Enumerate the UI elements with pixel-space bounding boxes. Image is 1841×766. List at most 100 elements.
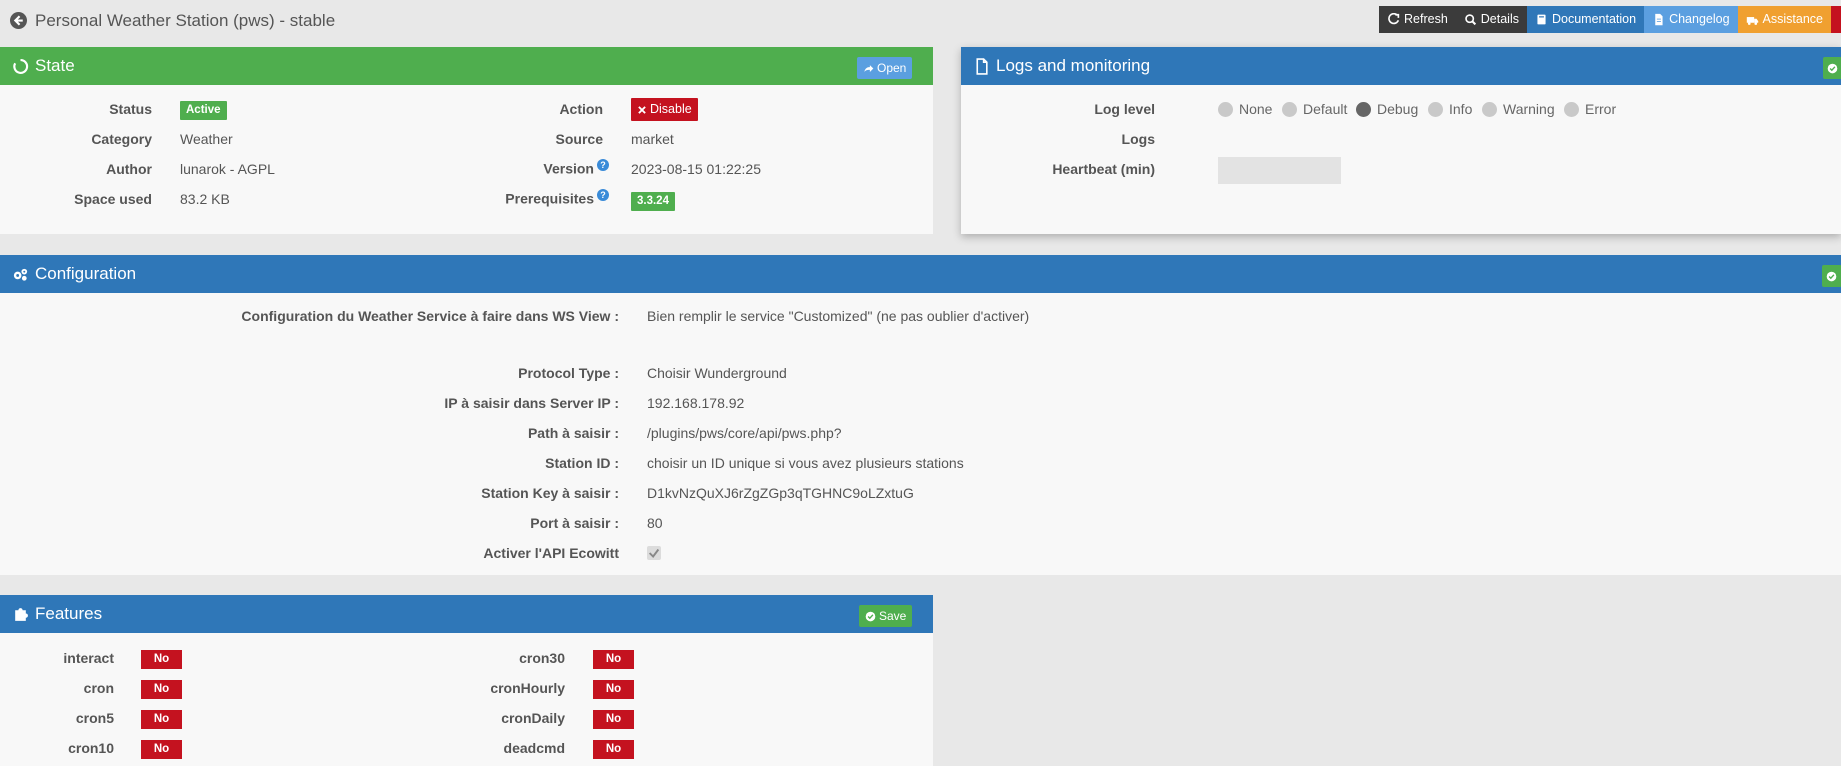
feature-label-cron5: cron5 — [75, 710, 114, 726]
feature-badge-cron10: No — [141, 740, 182, 759]
logs-panel-header: Logs and monitoring — [961, 47, 1841, 85]
status-label: Status — [109, 101, 152, 117]
feature-label-crondaily: cronDaily — [501, 710, 565, 726]
space-used-value: 83.2 KB — [180, 191, 230, 207]
features-panel-header: Features Save — [0, 595, 933, 633]
disable-label: Disable — [650, 102, 692, 116]
feature-label-deadcmd: deadcmd — [503, 740, 565, 756]
log-level-warning-label: Warning — [1503, 101, 1555, 117]
check-circle-icon — [865, 611, 876, 621]
author-label: Author — [106, 161, 152, 177]
close-icon — [638, 105, 646, 114]
feature-badge-deadcmd: No — [593, 740, 634, 759]
share-icon — [864, 64, 874, 72]
log-level-default[interactable]: Default — [1282, 101, 1347, 117]
category-value: Weather — [180, 131, 233, 147]
circle-notch-icon — [13, 58, 29, 74]
log-level-error[interactable]: Error — [1564, 101, 1616, 117]
file-icon — [1655, 13, 1663, 26]
feature-badge-crondaily: No — [593, 710, 634, 729]
log-level-none-label: None — [1239, 101, 1273, 117]
logs-save-button[interactable] — [1823, 57, 1841, 79]
changelog-label: Changelog — [1669, 12, 1730, 26]
version-label: Version — [543, 160, 594, 177]
config-label-server-ip: IP à saisir dans Server IP : — [444, 395, 619, 411]
refresh-label: Refresh — [1404, 12, 1448, 26]
feature-label-cron30: cron30 — [519, 650, 565, 666]
state-panel: State Open Status Active Category Weathe… — [0, 47, 933, 234]
version-value: 2023-08-15 01:22:25 — [631, 161, 761, 177]
log-level-label: Log level — [1094, 101, 1155, 117]
log-level-debug[interactable]: Debug — [1356, 101, 1418, 117]
heartbeat-input[interactable] — [1218, 157, 1341, 184]
feature-badge-cron: No — [141, 680, 182, 699]
feature-label-cron10: cron10 — [68, 740, 114, 756]
ecowitt-checkbox[interactable] — [647, 546, 661, 560]
back-arrow-icon[interactable] — [10, 12, 27, 29]
radio-icon — [1218, 101, 1233, 117]
configuration-panel: Configuration Configuration du Weather S… — [0, 255, 1841, 575]
help-icon[interactable]: ? — [597, 189, 609, 201]
feature-label-cron: cron — [83, 680, 114, 696]
config-value-path: /plugins/pws/core/api/pws.php? — [647, 425, 842, 441]
log-level-none[interactable]: None — [1218, 101, 1272, 117]
file-icon — [976, 57, 988, 75]
logs-panel: Logs and monitoring Log level None Defau… — [961, 47, 1841, 234]
log-level-error-label: Error — [1585, 101, 1617, 117]
puzzle-icon — [15, 607, 28, 621]
config-save-button[interactable] — [1822, 265, 1841, 287]
config-value-station-key: D1kvNzQuXJ6rZgZGp3qTGHNC9oLZxtuG — [647, 485, 914, 501]
changelog-button[interactable]: Changelog — [1644, 6, 1738, 33]
source-label: Source — [555, 131, 603, 147]
help-icon[interactable]: ? — [597, 159, 609, 171]
checkmark-icon — [648, 548, 660, 558]
remove-button[interactable] — [1831, 6, 1841, 33]
feature-label-cronhourly: cronHourly — [490, 680, 565, 696]
features-title: Features — [35, 604, 103, 623]
status-badge: Active — [180, 101, 227, 120]
page-header: Personal Weather Station (pws) - stable … — [0, 0, 1841, 40]
config-label-protocol: Protocol Type : — [518, 365, 619, 381]
feature-badge-interact: No — [141, 650, 182, 669]
category-label: Category — [91, 131, 152, 147]
config-value-station-id: choisir un ID unique si vous avez plusie… — [647, 455, 964, 471]
disable-button[interactable]: Disable — [631, 98, 698, 121]
log-level-info[interactable]: Info — [1428, 101, 1472, 117]
features-panel: Features Save interact No cron No cron5 … — [0, 595, 933, 766]
book-icon — [1537, 14, 1546, 25]
open-button[interactable]: Open — [857, 57, 913, 79]
features-save-label: Save — [879, 609, 907, 623]
top-toolbar: Refresh Details Documentation Changelog … — [1379, 6, 1841, 33]
refresh-icon — [1388, 13, 1400, 25]
details-button[interactable]: Details — [1455, 6, 1527, 33]
features-save-button[interactable]: Save — [859, 605, 913, 627]
state-title: State — [35, 56, 75, 75]
documentation-label: Documentation — [1552, 12, 1637, 26]
feature-label-interact: interact — [63, 650, 114, 666]
prerequisites-badge: 3.3.24 — [631, 192, 675, 211]
feature-badge-cron30: No — [593, 650, 634, 669]
refresh-button[interactable]: Refresh — [1379, 6, 1456, 33]
log-level-default-label: Default — [1303, 101, 1348, 117]
config-label-wsview: Configuration du Weather Service à faire… — [241, 308, 619, 324]
prerequisites-label: Prerequisites — [505, 190, 594, 207]
config-value-wsview: Bien remplir le service "Customized" (ne… — [647, 308, 1030, 324]
radio-icon — [1282, 101, 1297, 117]
log-level-warning[interactable]: Warning — [1482, 101, 1555, 117]
radio-icon — [1428, 101, 1443, 117]
cogs-icon — [13, 268, 28, 281]
config-label-station-id: Station ID : — [545, 455, 619, 471]
action-label: Action — [559, 101, 603, 117]
check-circle-icon — [1826, 271, 1837, 281]
feature-badge-cronhourly: No — [593, 680, 634, 699]
search-icon — [1465, 14, 1476, 26]
documentation-button[interactable]: Documentation — [1527, 6, 1645, 33]
feature-badge-cron5: No — [141, 710, 182, 729]
state-panel-header: State Open — [0, 47, 933, 85]
config-label-path: Path à saisir : — [527, 425, 619, 441]
check-circle-icon — [1827, 63, 1838, 73]
config-value-server-ip: 192.168.178.92 — [647, 395, 745, 411]
heartbeat-label: Heartbeat (min) — [1052, 161, 1155, 177]
assistance-button[interactable]: Assistance — [1737, 6, 1831, 33]
config-value-protocol: Choisir Wunderground — [647, 365, 787, 381]
